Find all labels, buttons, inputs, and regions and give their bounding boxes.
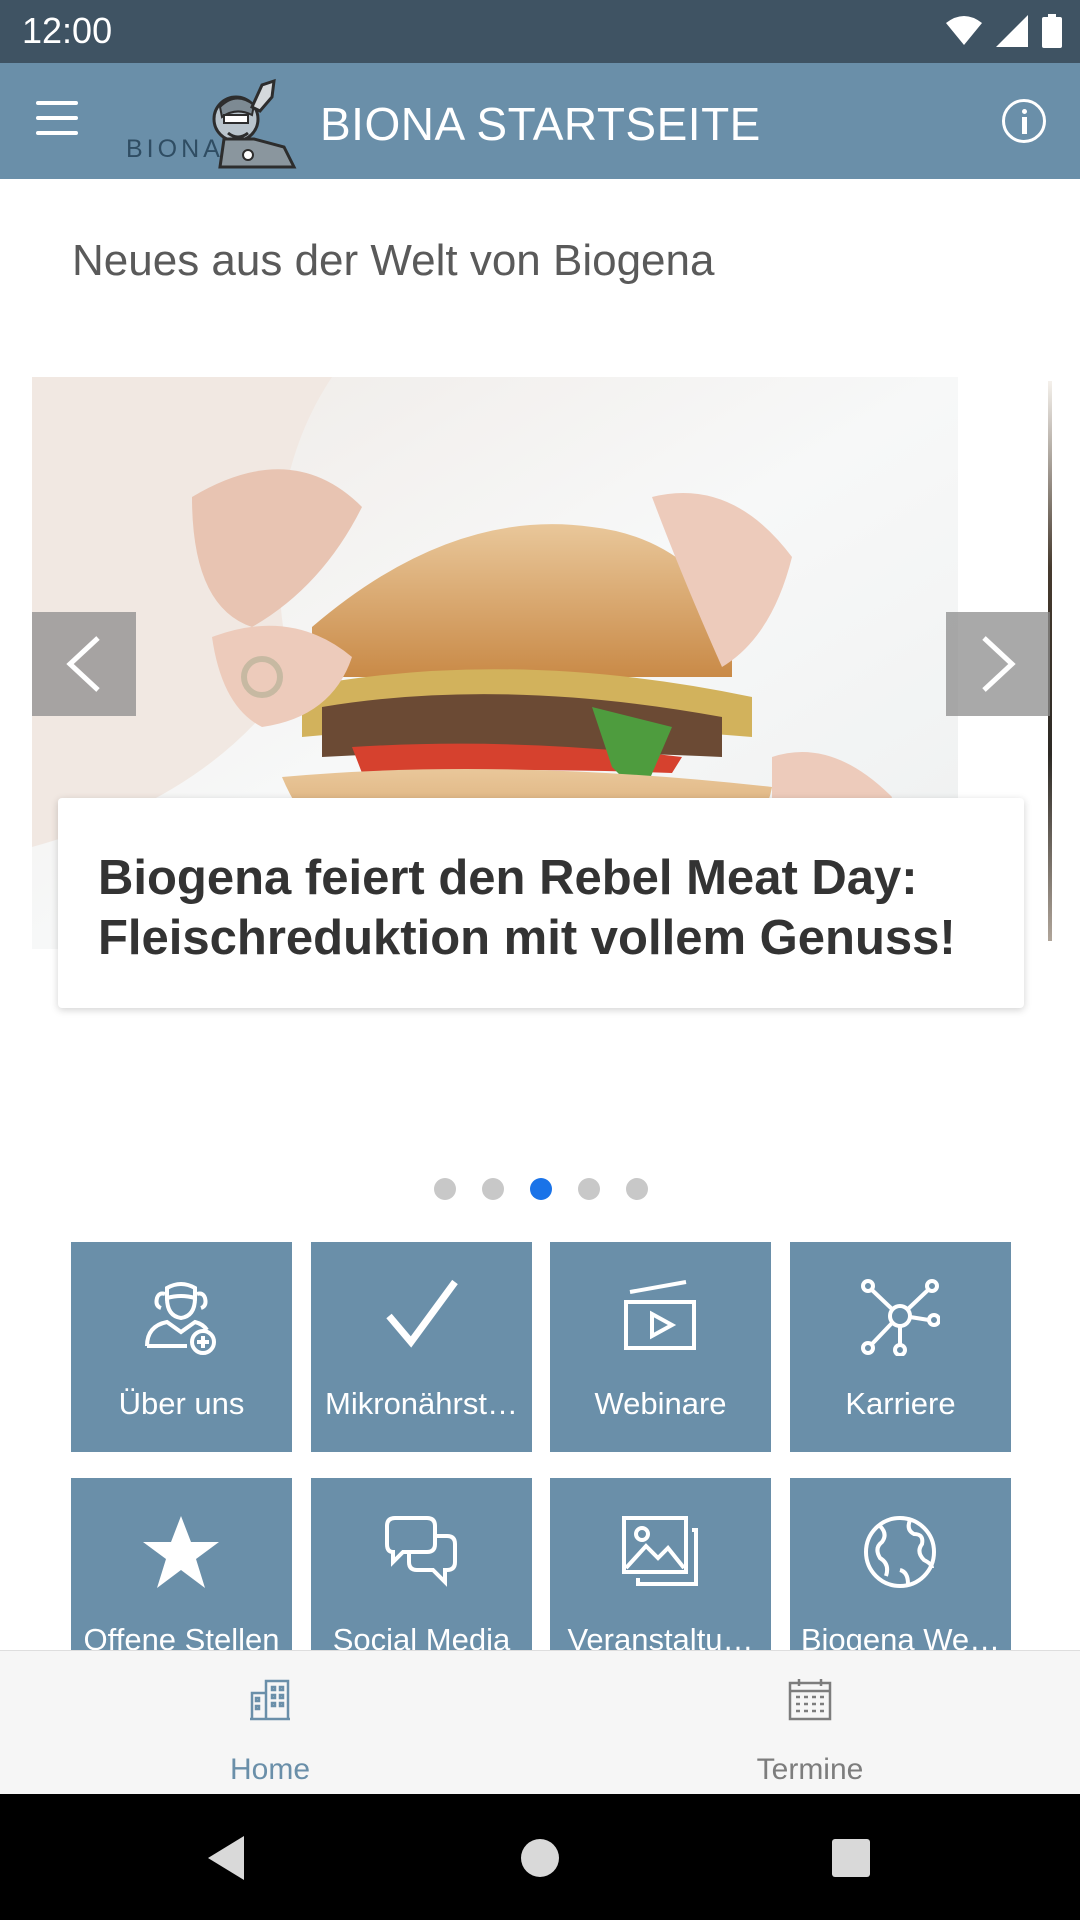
network-icon <box>861 1279 940 1356</box>
home-icon[interactable] <box>520 1838 560 1878</box>
checkmark-icon <box>386 1279 458 1348</box>
carousel-dot-2[interactable] <box>482 1178 504 1200</box>
carousel-dot-4[interactable] <box>578 1178 600 1200</box>
tile-label: Biogena We… <box>800 1622 1001 1650</box>
carousel-dot-1[interactable] <box>434 1178 456 1200</box>
carousel-next-button[interactable] <box>946 612 1050 716</box>
chat-bubbles-icon <box>385 1516 457 1587</box>
signal-icon <box>996 15 1028 47</box>
carousel-dot-3[interactable] <box>530 1178 552 1200</box>
tile-webinare[interactable]: Webinare <box>550 1242 771 1452</box>
info-icon[interactable] <box>1002 99 1046 143</box>
chevron-left-icon <box>66 636 100 692</box>
nav-termine-label: Termine <box>756 1753 864 1786</box>
nav-home[interactable]: Home <box>0 1651 540 1795</box>
tile-social-media[interactable]: Social Media <box>311 1478 532 1650</box>
tile-ueber-uns[interactable]: Über uns <box>71 1242 292 1452</box>
slide-caption: Biogena feiert den Rebel Meat Day: Fleis… <box>98 851 956 965</box>
tile-label: Webinare <box>594 1386 727 1421</box>
image-gallery-icon <box>622 1516 698 1586</box>
calendar-icon <box>788 1679 832 1721</box>
tile-label: Mikronährst… <box>325 1386 518 1421</box>
tile-label: Social Media <box>332 1622 511 1650</box>
system-navigation-bar <box>0 1794 1080 1920</box>
chevron-right-icon <box>982 636 1016 692</box>
doctor-add-icon <box>145 1282 216 1355</box>
carousel-dot-5[interactable] <box>626 1178 648 1200</box>
globe-icon <box>864 1516 936 1588</box>
building-icon <box>250 1679 290 1721</box>
status-bar: 12:00 <box>0 0 1080 63</box>
tile-label: Offene Stellen <box>83 1622 280 1650</box>
tile-offene-stellen[interactable]: Offene Stellen <box>71 1478 292 1650</box>
status-icons <box>946 14 1062 48</box>
app-bar: BIONA BIONA STARTSEITE <box>0 63 1080 179</box>
tile-label: Über uns <box>118 1386 245 1421</box>
tile-label: Veranstaltu… <box>567 1622 754 1650</box>
battery-icon <box>1042 14 1062 48</box>
carousel-prev-button[interactable] <box>32 612 136 716</box>
status-time: 12:00 <box>22 10 113 51</box>
back-icon[interactable] <box>204 1834 248 1882</box>
logo-text: BIONA <box>126 135 224 163</box>
tile-label: Karriere <box>845 1386 956 1421</box>
video-play-icon <box>624 1280 696 1350</box>
bottom-navigation: Home Termine <box>0 1650 1080 1795</box>
section-title: Neues aus der Welt von Biogena <box>72 236 715 285</box>
hamburger-menu-icon[interactable] <box>36 101 78 137</box>
recents-icon[interactable] <box>831 1838 871 1878</box>
slide-caption-card[interactable]: Biogena feiert den Rebel Meat Day: Fleis… <box>58 798 1024 1008</box>
tile-karriere[interactable]: Karriere <box>790 1242 1011 1452</box>
biona-logo: BIONA <box>124 77 300 169</box>
nav-termine[interactable]: Termine <box>540 1651 1080 1795</box>
star-icon <box>143 1516 219 1588</box>
wifi-icon <box>946 16 982 45</box>
tile-mikronaehrstoffe[interactable]: Mikronährst… <box>311 1242 532 1452</box>
menu-tile-grid: Über uns Mikronährst… Webinare Karriere … <box>71 1242 1011 1650</box>
tile-veranstaltungen[interactable]: Veranstaltu… <box>550 1478 771 1650</box>
tile-biogena-welt[interactable]: Biogena We… <box>790 1478 1011 1650</box>
app-title: BIONA STARTSEITE <box>320 98 761 150</box>
carousel-pagination <box>434 1178 648 1200</box>
nav-home-label: Home <box>229 1753 311 1786</box>
